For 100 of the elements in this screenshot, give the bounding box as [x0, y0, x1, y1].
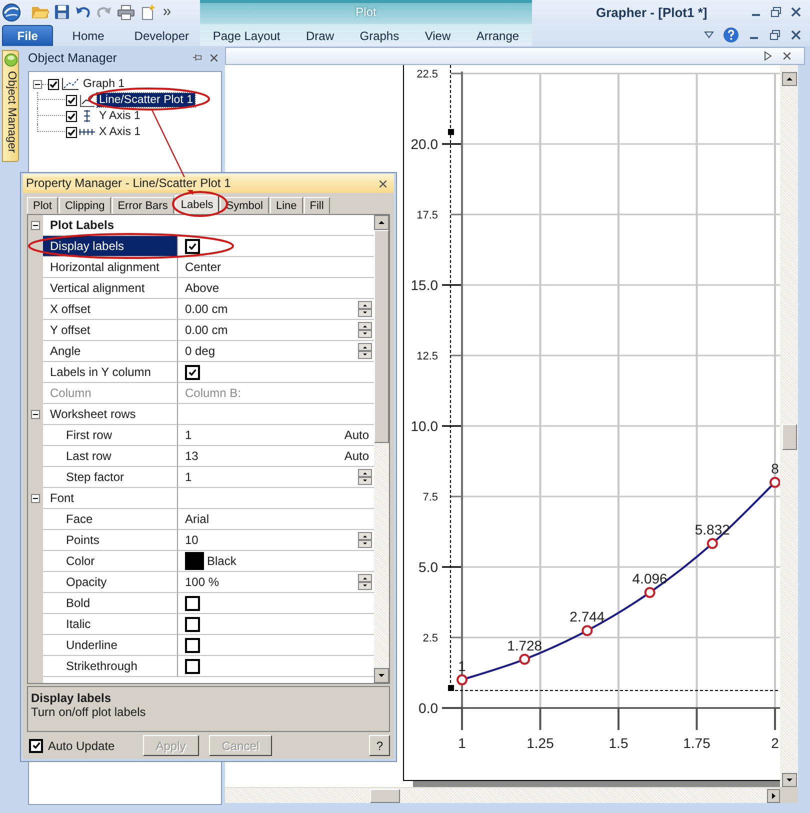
ribbon-tab[interactable]: Draw — [294, 25, 345, 46]
spinner-icon[interactable] — [358, 469, 372, 485]
vertical-scrollbar[interactable] — [780, 65, 798, 787]
ribbon-tab[interactable]: Page Layout — [202, 25, 292, 46]
property-name[interactable]: Labels in Y column — [43, 362, 178, 383]
ribbon-tab[interactable]: Arrange — [465, 25, 530, 46]
ribbon-tab[interactable]: Graphs — [348, 25, 410, 46]
selection-handle[interactable] — [448, 129, 454, 135]
ribbon-tab[interactable]: Developer — [123, 25, 200, 46]
caret-down-icon[interactable] — [704, 31, 714, 39]
vertical-scrollbar[interactable] — [374, 215, 389, 683]
close-icon[interactable] — [209, 52, 219, 62]
collapse-icon[interactable] — [31, 494, 40, 503]
property-value[interactable]: 0.00 cm — [185, 302, 228, 316]
checkbox[interactable] — [29, 738, 43, 752]
property-value[interactable]: Center — [185, 260, 222, 274]
property-name[interactable]: Step factor — [43, 467, 178, 488]
checkbox[interactable] — [185, 364, 200, 380]
caret-right-icon[interactable] — [764, 51, 772, 61]
property-name[interactable]: Italic — [43, 614, 178, 635]
checkbox[interactable] — [185, 238, 200, 254]
property-name[interactable]: Vertical alignment — [43, 278, 178, 299]
ribbon-tab[interactable]: View — [414, 25, 462, 46]
tree-item[interactable]: X Axis 1 — [97, 125, 143, 139]
property-value[interactable]: 0.00 cm — [185, 323, 228, 337]
spinner-icon[interactable] — [358, 343, 372, 359]
scroll-thumb[interactable] — [374, 230, 389, 443]
tab[interactable]: Error Bars — [112, 197, 174, 214]
property-name[interactable]: First row — [43, 425, 178, 446]
property-value[interactable]: Arial — [185, 512, 210, 526]
property-name[interactable]: Points — [43, 530, 178, 551]
spinner-icon[interactable] — [358, 532, 372, 548]
close-icon[interactable] — [790, 6, 802, 18]
spinner-icon[interactable] — [358, 322, 372, 338]
property-name[interactable]: Angle — [43, 341, 178, 362]
help-button[interactable]: ? — [369, 735, 390, 756]
property-name[interactable]: Color — [43, 551, 178, 572]
tree-item[interactable]: Line/Scatter Plot 1 — [97, 93, 195, 107]
scroll-thumb[interactable] — [370, 788, 400, 802]
spinner-icon[interactable] — [358, 574, 372, 590]
checkbox[interactable] — [48, 78, 59, 90]
color-swatch-icon[interactable] — [185, 552, 204, 570]
tab[interactable]: Line — [270, 197, 303, 214]
checkbox[interactable] — [66, 94, 77, 106]
tab[interactable]: Clipping — [58, 197, 111, 214]
checkbox[interactable] — [185, 658, 200, 674]
selection-handle[interactable] — [448, 685, 454, 691]
auto-label[interactable]: Auto — [344, 449, 372, 463]
ribbon-tab[interactable]: Home — [61, 25, 116, 46]
tree-item[interactable]: Y Axis 1 — [97, 109, 142, 123]
tree-item[interactable]: Graph 1 — [81, 77, 127, 91]
property-value[interactable]: 1 — [185, 428, 192, 442]
orb-icon[interactable] — [2, 2, 21, 22]
checkbox[interactable] — [66, 126, 77, 138]
collapse-icon[interactable] — [31, 410, 40, 419]
property-value[interactable]: 1 — [185, 470, 192, 484]
checkbox[interactable] — [185, 638, 200, 652]
close-icon[interactable] — [782, 51, 792, 61]
help-icon[interactable] — [723, 27, 739, 43]
property-value[interactable]: Above — [185, 281, 220, 295]
close-icon[interactable] — [790, 29, 802, 41]
file-button[interactable]: File — [2, 25, 54, 46]
checkbox[interactable] — [185, 596, 200, 610]
tab[interactable]: Labels — [174, 195, 220, 214]
checkbox[interactable] — [185, 616, 200, 632]
new-document-icon[interactable] — [140, 4, 156, 20]
property-name[interactable]: Last row — [43, 446, 178, 467]
collapse-icon[interactable] — [33, 80, 42, 88]
property-name[interactable]: Opacity — [43, 572, 178, 593]
property-name[interactable]: Underline — [43, 635, 178, 656]
pin-icon[interactable] — [192, 52, 203, 63]
property-value[interactable]: 100 % — [185, 575, 220, 589]
restore-icon[interactable] — [770, 6, 782, 18]
property-value[interactable]: 0 deg — [185, 344, 216, 358]
collapse-icon[interactable] — [31, 221, 40, 230]
property-name[interactable]: Face — [43, 509, 178, 530]
scroll-thumb[interactable] — [782, 424, 796, 450]
tab[interactable]: Symbol — [220, 197, 269, 214]
property-name[interactable]: Y offset — [43, 320, 178, 341]
checkbox[interactable] — [66, 110, 77, 122]
auto-label[interactable]: Auto — [344, 428, 372, 442]
horizontal-scrollbar[interactable] — [225, 787, 780, 803]
property-category[interactable]: Worksheet rows — [43, 404, 178, 425]
restore-icon[interactable] — [769, 29, 781, 41]
tab[interactable]: Plot — [27, 197, 58, 214]
property-value[interactable]: Black — [207, 554, 236, 568]
undo-icon[interactable] — [75, 4, 91, 20]
tab[interactable]: Fill — [304, 197, 330, 214]
spinner-icon[interactable] — [358, 301, 372, 317]
property-name[interactable]: Horizontal alignment — [43, 257, 178, 278]
property-name[interactable]: Bold — [43, 593, 178, 614]
property-name[interactable]: X offset — [43, 299, 178, 320]
double-chevron-icon[interactable] — [163, 7, 171, 17]
property-category[interactable]: Font — [43, 488, 178, 509]
printer-icon[interactable] — [117, 4, 135, 20]
close-icon[interactable] — [378, 178, 388, 188]
property-value[interactable]: 10 — [185, 533, 198, 547]
side-tab[interactable]: Object Manager — [2, 50, 19, 162]
property-value[interactable]: 13 — [185, 449, 198, 463]
property-name[interactable]: Strikethrough — [43, 656, 178, 677]
